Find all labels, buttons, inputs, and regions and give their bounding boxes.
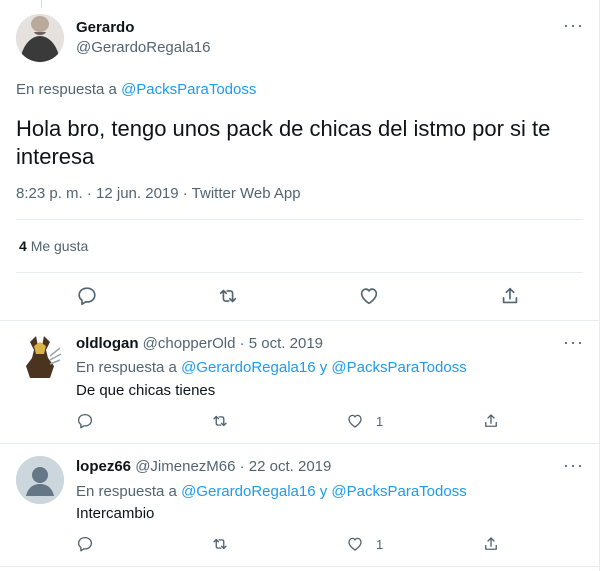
default-avatar-icon <box>16 456 64 504</box>
reply-button[interactable] <box>76 412 94 430</box>
more-horizontal-icon[interactable]: ··· <box>563 333 584 351</box>
retweet-button[interactable] <box>217 285 239 307</box>
heart-icon <box>348 414 362 428</box>
heart-icon <box>360 288 378 305</box>
avatar-photo <box>16 14 64 62</box>
share-button[interactable] <box>499 285 521 307</box>
reply-button[interactable] <box>76 285 98 307</box>
reply-icon <box>77 413 93 429</box>
avatar-photo <box>16 332 64 380</box>
reply-header: lopez66 @JimenezM66 · 22 oct. 2019 <box>76 458 331 475</box>
reply-header: oldlogan @chopperOld · 5 oct. 2019 <box>76 335 323 352</box>
likes-label: Me gusta <box>30 238 89 254</box>
reply-text: Intercambio <box>76 505 155 522</box>
reply-icon <box>77 536 93 552</box>
reply-button[interactable] <box>76 535 94 553</box>
retweet-button[interactable] <box>211 535 229 553</box>
divider <box>16 219 583 220</box>
retweet-icon <box>213 538 227 550</box>
heart-icon <box>348 537 362 551</box>
reply-joiner: y <box>319 359 328 376</box>
share-icon <box>502 287 518 304</box>
tweet-meta[interactable]: 8:23 p. m. · 12 jun. 2019 · Twitter Web … <box>16 185 301 202</box>
reply-prefix: En respuesta a <box>76 359 177 376</box>
divider <box>16 272 583 273</box>
divider <box>0 566 599 567</box>
avatar[interactable] <box>16 456 64 504</box>
author-handle[interactable]: @chopperOld <box>143 335 236 352</box>
retweet-icon <box>213 415 227 427</box>
author-handle[interactable]: @JimenezM66 <box>135 458 235 475</box>
tweet-thread: Gerardo @GerardoRegala16 ··· En respuest… <box>0 0 600 571</box>
retweet-icon <box>219 289 237 303</box>
tweet-text: Hola bro, tengo unos pack de chicas del … <box>16 116 551 169</box>
like-count: 1 <box>376 537 384 552</box>
retweet-button[interactable] <box>211 412 229 430</box>
reply-joiner: y <box>319 483 328 500</box>
like-button[interactable] <box>346 412 364 430</box>
share-button[interactable] <box>482 535 500 553</box>
share-icon <box>485 537 497 550</box>
reply-to-link[interactable]: @PacksParaTodoss <box>121 81 256 98</box>
likes-summary[interactable]: 4 Me gusta <box>19 238 88 254</box>
reply-to-link[interactable]: @GerardoRegala16 <box>181 359 315 376</box>
reply-context: En respuesta a @PacksParaTodoss <box>16 81 256 98</box>
share-icon <box>485 414 497 427</box>
reply-to-link[interactable]: @PacksParaTodoss <box>331 483 466 500</box>
reply-context: En respuesta a @GerardoRegala16 y @Packs… <box>76 359 467 376</box>
likes-count: 4 <box>19 238 27 254</box>
reply-prefix: En respuesta a <box>16 81 117 98</box>
reply-date[interactable]: · 22 oct. 2019 <box>240 458 332 475</box>
reply-date[interactable]: · 5 oct. 2019 <box>240 335 323 352</box>
author-handle[interactable]: @GerardoRegala16 <box>76 39 210 56</box>
avatar[interactable] <box>16 14 64 62</box>
thread-connector <box>41 0 42 8</box>
like-button[interactable] <box>346 535 364 553</box>
avatar[interactable] <box>16 332 64 380</box>
more-horizontal-icon[interactable]: ··· <box>563 456 584 474</box>
reply-to-link[interactable]: @PacksParaTodoss <box>331 359 466 376</box>
share-button[interactable] <box>482 412 500 430</box>
reply-to-link[interactable]: @GerardoRegala16 <box>181 483 315 500</box>
author-name[interactable]: lopez66 <box>76 458 131 475</box>
reply-icon <box>78 287 96 306</box>
like-button[interactable] <box>358 285 380 307</box>
more-horizontal-icon[interactable]: ··· <box>563 16 584 34</box>
reply-context: En respuesta a @GerardoRegala16 y @Packs… <box>76 483 467 500</box>
like-count: 1 <box>376 414 384 429</box>
author-name[interactable]: oldlogan <box>76 335 139 352</box>
divider <box>0 320 599 321</box>
reply-text: De que chicas tienes <box>76 382 216 399</box>
author-name[interactable]: Gerardo <box>76 19 134 36</box>
divider <box>0 443 599 444</box>
reply-prefix: En respuesta a <box>76 483 177 500</box>
